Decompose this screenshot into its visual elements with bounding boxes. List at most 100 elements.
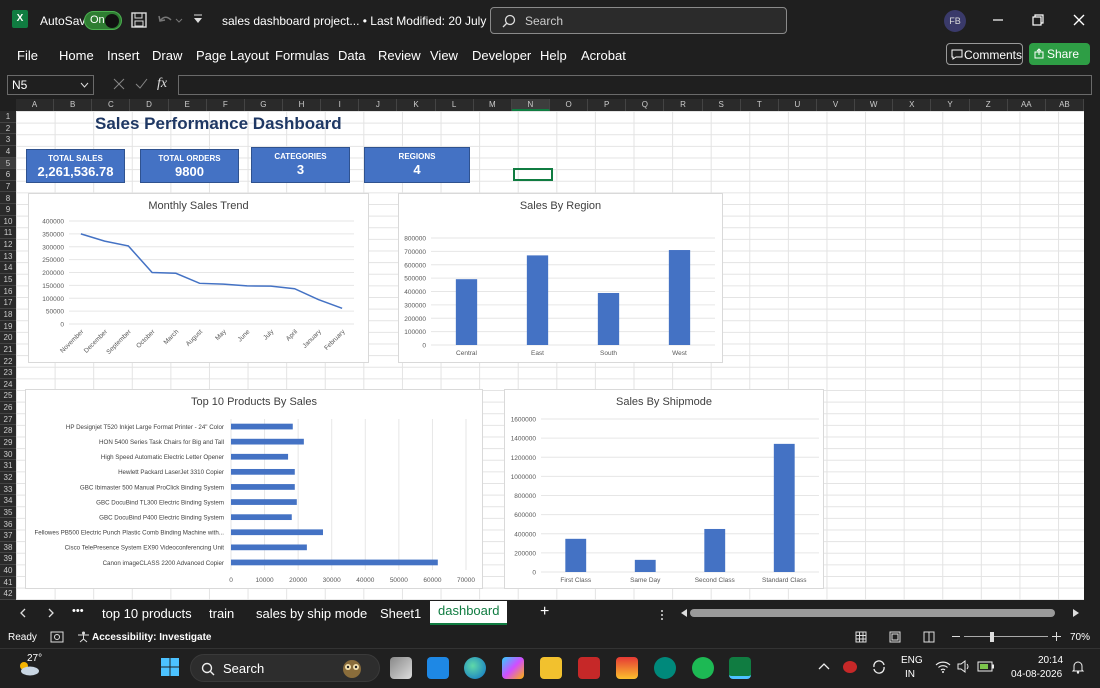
- chevron-right-icon[interactable]: [47, 608, 55, 618]
- vertical-scrollbar[interactable]: [1084, 99, 1100, 600]
- selected-cell[interactable]: [513, 168, 553, 181]
- row-header[interactable]: 35: [0, 507, 16, 519]
- row-header[interactable]: 2: [0, 123, 16, 135]
- column-header[interactable]: W: [855, 99, 894, 111]
- row-header[interactable]: 19: [0, 321, 16, 333]
- clock-date[interactable]: 04-08-2026: [1011, 669, 1062, 680]
- row-header[interactable]: 37: [0, 530, 16, 542]
- row-header[interactable]: 24: [0, 379, 16, 391]
- tab-insert[interactable]: Insert: [107, 48, 140, 63]
- column-header[interactable]: K: [397, 99, 436, 111]
- row-header[interactable]: 9: [0, 204, 16, 216]
- task-view-icon[interactable]: [390, 657, 412, 679]
- top-10-products-chart[interactable]: Top 10 Products By Sales 0 10000 20000 3000…: [25, 389, 483, 589]
- zoom-slider[interactable]: [964, 636, 1048, 637]
- column-header[interactable]: A: [16, 99, 55, 111]
- row-header[interactable]: 14: [0, 262, 16, 274]
- ai-app-icon[interactable]: [427, 657, 449, 679]
- copilot-icon[interactable]: [502, 657, 524, 679]
- column-header[interactable]: Q: [626, 99, 665, 111]
- column-header[interactable]: X: [893, 99, 932, 111]
- column-header[interactable]: AB: [1046, 99, 1084, 111]
- column-header[interactable]: T: [741, 99, 779, 111]
- tab-dashboard[interactable]: dashboard: [430, 601, 508, 625]
- tab-page-layout[interactable]: Page Layout: [196, 48, 269, 63]
- excel-taskbar-icon[interactable]: [729, 657, 751, 679]
- volume-icon[interactable]: [957, 660, 971, 673]
- row-header[interactable]: 10: [0, 216, 16, 228]
- formula-input[interactable]: [178, 75, 1092, 95]
- enter-entry-icon[interactable]: [135, 78, 148, 90]
- column-header[interactable]: Z: [970, 99, 1008, 111]
- row-header[interactable]: 40: [0, 565, 16, 577]
- tab-top-10-products[interactable]: top 10 products: [102, 606, 192, 621]
- row-header[interactable]: 11: [0, 227, 16, 240]
- undo-icon[interactable]: [157, 12, 183, 28]
- teal-app-icon[interactable]: [654, 657, 676, 679]
- tab-data[interactable]: Data: [338, 48, 365, 63]
- restore-icon[interactable]: [1032, 14, 1044, 26]
- file-explorer-icon[interactable]: [540, 657, 562, 679]
- scroll-right-icon[interactable]: [1072, 609, 1080, 617]
- normal-view-icon[interactable]: [855, 631, 867, 643]
- tab-sheet1[interactable]: Sheet1: [380, 606, 421, 621]
- tab-view[interactable]: View: [430, 48, 458, 63]
- column-header[interactable]: P: [588, 99, 627, 111]
- row-header[interactable]: 20: [0, 332, 16, 344]
- row-header[interactable]: 17: [0, 297, 16, 309]
- column-header[interactable]: F: [207, 99, 245, 111]
- column-header[interactable]: G: [245, 99, 283, 111]
- column-header[interactable]: I: [321, 99, 360, 111]
- macro-record-icon[interactable]: [50, 631, 64, 643]
- tab-developer[interactable]: Developer: [472, 48, 531, 63]
- comments-button[interactable]: Comments: [946, 43, 1023, 65]
- insert-function-button[interactable]: fx: [157, 76, 167, 92]
- row-header[interactable]: 16: [0, 286, 16, 298]
- row-header[interactable]: 5: [0, 157, 16, 170]
- row-header[interactable]: 15: [0, 274, 16, 286]
- sales-by-shipmode-chart[interactable]: Sales By Shipmode 0 200000 400000 600000 800…: [504, 389, 824, 589]
- tab-train[interactable]: train: [209, 606, 234, 621]
- column-header[interactable]: R: [664, 99, 703, 111]
- column-header[interactable]: J: [359, 99, 398, 111]
- autosave-toggle[interactable]: On: [84, 11, 122, 30]
- tab-split-icon[interactable]: [660, 609, 664, 621]
- zoom-level[interactable]: 70%: [1070, 632, 1090, 643]
- column-header[interactable]: O: [550, 99, 589, 111]
- antivirus-icon[interactable]: [578, 657, 600, 679]
- name-box[interactable]: N5: [7, 75, 94, 95]
- row-header[interactable]: 29: [0, 437, 16, 449]
- row-header[interactable]: 25: [0, 390, 16, 403]
- row-header[interactable]: 27: [0, 414, 16, 426]
- add-sheet-button[interactable]: +: [540, 603, 549, 621]
- row-header[interactable]: 18: [0, 309, 16, 321]
- zoom-out-icon[interactable]: [952, 635, 960, 638]
- row-header[interactable]: 6: [0, 169, 16, 181]
- row-header[interactable]: 26: [0, 402, 16, 414]
- more-sheets-button[interactable]: •••: [72, 605, 84, 617]
- taskbar-search[interactable]: Search: [190, 654, 380, 682]
- column-header[interactable]: D: [130, 99, 169, 111]
- wifi-icon[interactable]: [935, 660, 951, 673]
- row-header[interactable]: 32: [0, 472, 16, 484]
- horizontal-scrollbar[interactable]: [690, 609, 1055, 617]
- sync-tray-icon[interactable]: [871, 660, 887, 674]
- column-header[interactable]: V: [817, 99, 856, 111]
- row-header[interactable]: 31: [0, 460, 16, 472]
- share-button[interactable]: Share: [1029, 43, 1090, 65]
- tab-sales-by-ship-mode[interactable]: sales by ship mode: [256, 606, 367, 621]
- tab-home[interactable]: Home: [59, 48, 94, 63]
- close-icon[interactable]: [1073, 14, 1085, 26]
- column-header[interactable]: E: [169, 99, 207, 111]
- column-header[interactable]: H: [283, 99, 322, 111]
- row-header[interactable]: 21: [0, 344, 16, 356]
- column-header[interactable]: U: [779, 99, 817, 111]
- monthly-sales-trend-chart[interactable]: Monthly Sales Trend 0 50000 100000 150000 20…: [28, 193, 369, 363]
- avatar[interactable]: FB: [944, 10, 966, 32]
- column-header[interactable]: S: [703, 99, 741, 111]
- customize-qat-icon[interactable]: [192, 13, 204, 25]
- row-header[interactable]: 41: [0, 577, 16, 589]
- row-header[interactable]: 12: [0, 239, 16, 251]
- row-header[interactable]: 4: [0, 146, 16, 158]
- row-header[interactable]: 22: [0, 356, 16, 368]
